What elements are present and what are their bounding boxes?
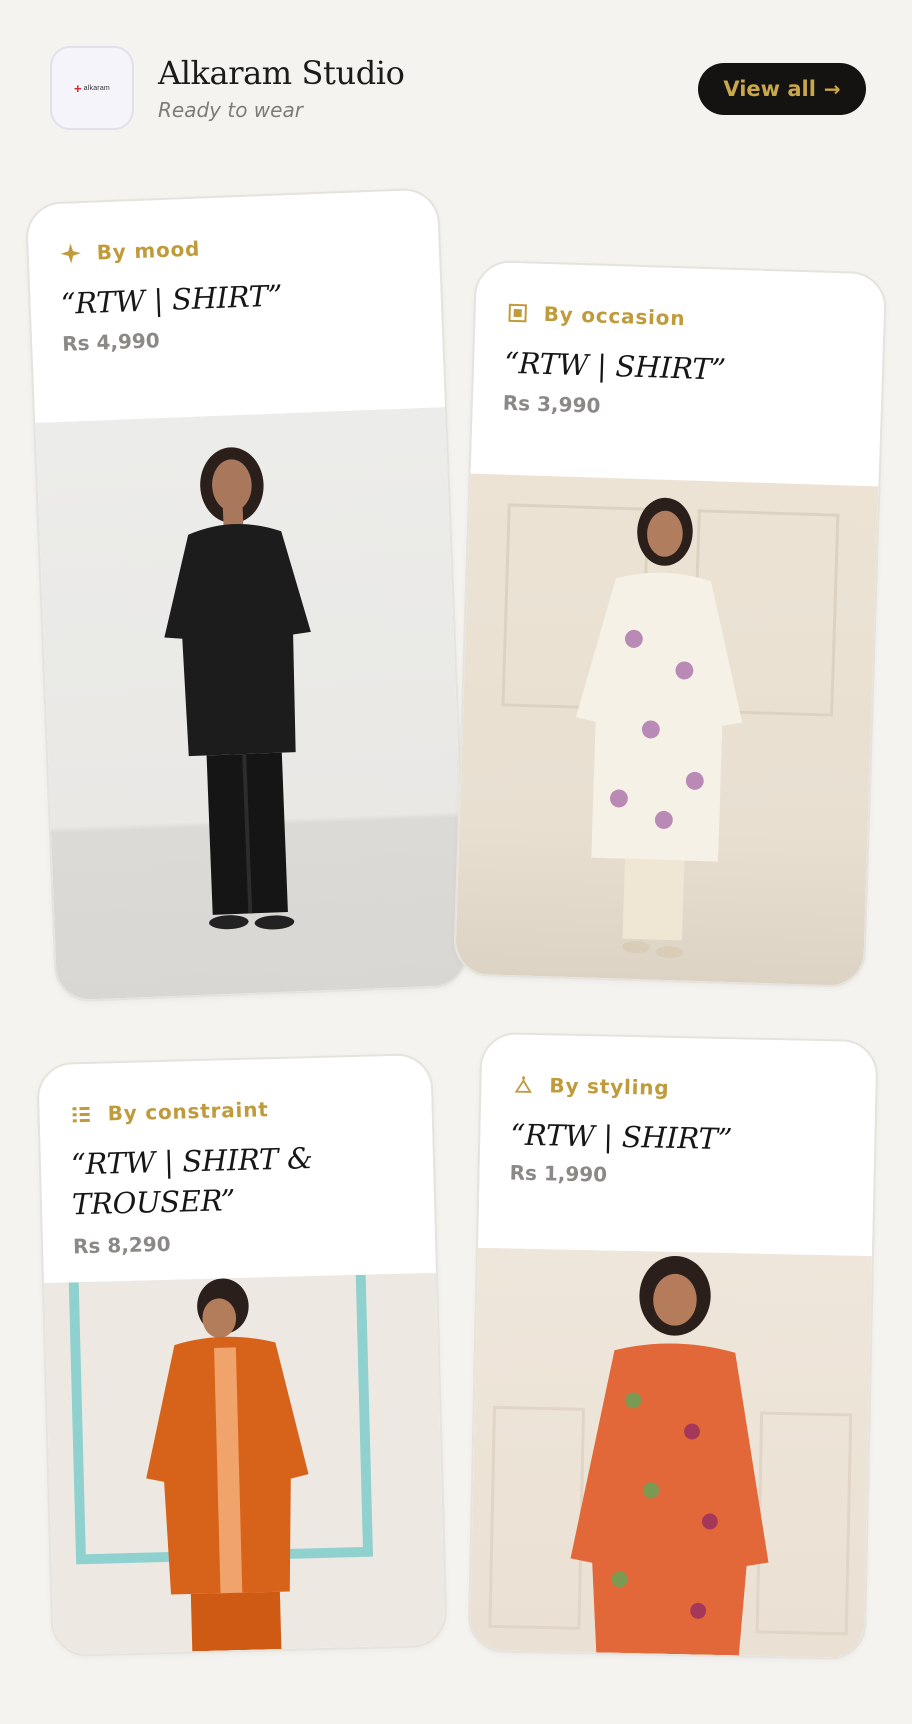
product-price: Rs 4,990 [61, 328, 161, 356]
list-icon [69, 1102, 94, 1127]
arrow-right-icon: → [823, 77, 841, 101]
product-image [35, 407, 468, 1001]
product-image [469, 1247, 872, 1659]
product-name: “RTW | SHIRT” [60, 278, 283, 321]
product-card-constraint[interactable]: By constraint “RTW | SHIRT & TROUSER” Rs… [36, 1052, 448, 1658]
card-info: By mood “RTW | SHIRT” Rs 4,990 [26, 189, 446, 426]
view-all-label: View all [723, 77, 816, 101]
card-tag: By occasion [505, 301, 686, 331]
card-tag-label: By styling [549, 1073, 670, 1100]
product-price: Rs 8,290 [72, 1231, 171, 1259]
product-card-mood[interactable]: By mood “RTW | SHIRT” Rs 4,990 [24, 187, 470, 1003]
product-card-occasion[interactable]: By occasion “RTW | SHIRT” Rs 3,990 [452, 259, 888, 989]
card-tag-label: By constraint [107, 1097, 269, 1126]
logo-wordmark: alkaram [83, 84, 110, 92]
sparkle-icon [58, 241, 83, 266]
view-all-button[interactable]: View all → [698, 63, 866, 115]
product-name: “RTW | SHIRT & TROUSER” [70, 1141, 313, 1222]
card-info: By constraint “RTW | SHIRT & TROUSER” Rs… [38, 1054, 436, 1286]
alkaram-logo-mark: + alkaram [74, 82, 110, 95]
product-image [44, 1272, 446, 1656]
brand-logo: + alkaram [50, 46, 134, 130]
logo-cross-icon: + [74, 80, 82, 96]
hanger-icon [511, 1073, 535, 1097]
card-tag: By mood [58, 236, 201, 266]
product-name: “RTW | SHIRT” [503, 345, 727, 387]
card-tag-label: By occasion [543, 301, 686, 331]
card-info: By occasion “RTW | SHIRT” Rs 3,990 [470, 261, 886, 489]
brand-subtitle: Ready to wear [158, 98, 303, 122]
product-name: “RTW | SHIRT” [510, 1117, 733, 1157]
card-tag: By styling [511, 1073, 670, 1100]
product-card-styling[interactable]: By styling “RTW | SHIRT” Rs 1,990 [467, 1031, 879, 1661]
brand-title: Alkaram Studio [158, 54, 405, 92]
card-info: By styling “RTW | SHIRT” Rs 1,990 [477, 1033, 877, 1259]
product-price: Rs 3,990 [502, 390, 601, 418]
product-image [454, 473, 879, 987]
product-price: Rs 1,990 [509, 1160, 608, 1187]
square-icon [505, 301, 530, 326]
card-tag: By constraint [69, 1097, 269, 1126]
card-tag-label: By mood [96, 236, 201, 265]
